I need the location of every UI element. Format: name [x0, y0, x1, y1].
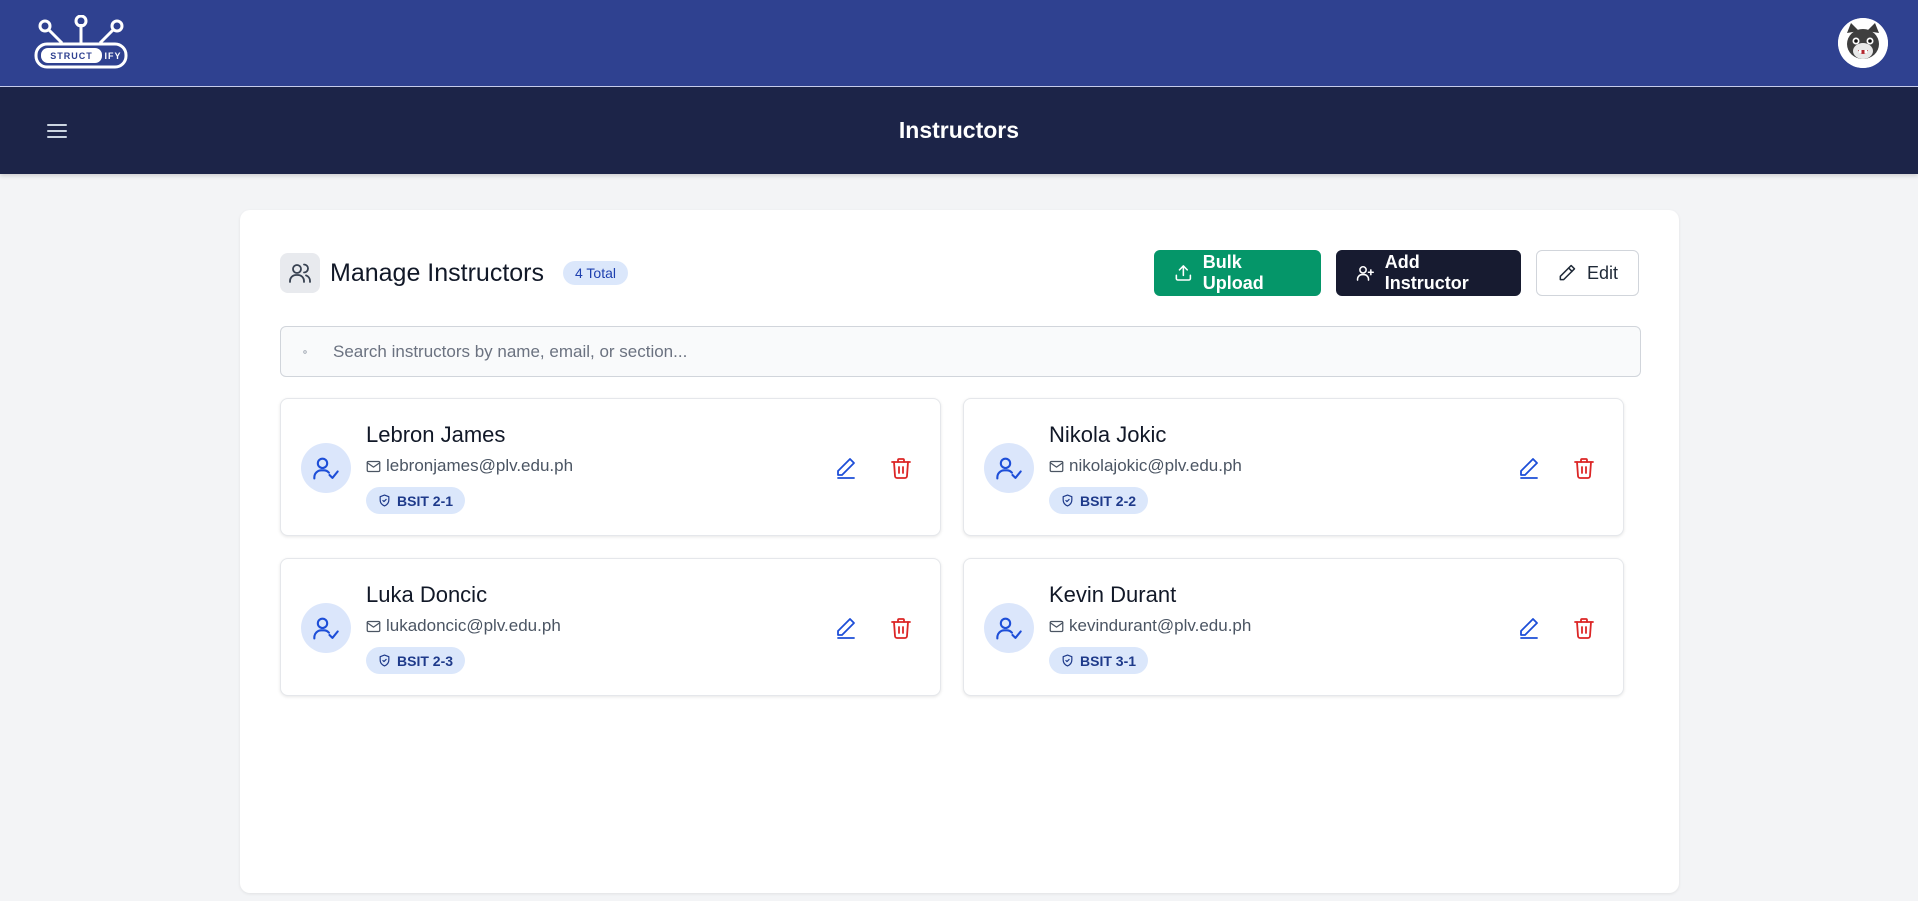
add-instructor-label: Add Instructor [1384, 252, 1469, 293]
delete-instructor-button[interactable] [888, 455, 914, 481]
instructor-card: Lebron James lebronjames@plv.edu.ph BSIT… [280, 398, 941, 536]
instructor-card: Kevin Durant kevindurant@plv.edu.ph BSIT… [963, 558, 1624, 696]
instructor-name: Kevin Durant [1049, 582, 1177, 607]
pencil-icon [837, 458, 855, 479]
instructor-email-text: lebronjames@plv.edu.ph [386, 456, 574, 475]
mail-icon [366, 620, 381, 632]
pencil-icon [1520, 618, 1538, 639]
upload-icon [1175, 265, 1192, 281]
user-plus-icon [1356, 265, 1374, 281]
shield-icon [1062, 494, 1073, 507]
page-title: Instructors [898, 117, 1020, 143]
total-count-badge: 4 Total [563, 261, 628, 285]
section-badge: BSIT 2-3 [366, 647, 466, 674]
shield-icon [1062, 654, 1073, 667]
section-label: BSIT 2-1 [397, 492, 454, 509]
instructor-email-text: kevindurant@plv.edu.ph [1069, 616, 1252, 635]
menu-icon[interactable] [44, 118, 70, 144]
page-header-bar: Instructors [0, 87, 1918, 174]
section-label: BSIT 3-1 [1080, 652, 1137, 669]
shield-icon [379, 654, 390, 667]
instructor-card: Luka Doncic lukadoncic@plv.edu.ph BSIT 2… [280, 558, 941, 696]
user-check-icon [301, 603, 351, 653]
pencil-icon [1520, 458, 1538, 479]
add-instructor-button[interactable]: Add Instructor [1336, 250, 1521, 296]
section-label: BSIT 2-2 [1080, 492, 1137, 509]
panel-header: Manage Instructors 4 Total Bulk Upload A… [280, 250, 1639, 296]
trash-icon [891, 458, 911, 479]
section-badge: BSIT 3-1 [1049, 647, 1149, 674]
instructor-name: Nikola Jokic [1049, 422, 1167, 447]
mail-icon [1049, 460, 1064, 472]
user-check-icon [301, 443, 351, 493]
cat-avatar-icon [1838, 18, 1888, 68]
user-check-icon [984, 443, 1034, 493]
users-icon [280, 253, 320, 293]
delete-instructor-button[interactable] [1571, 615, 1597, 641]
shield-icon [379, 494, 390, 507]
trash-icon [1574, 618, 1594, 639]
trash-icon [1574, 458, 1594, 479]
search-input[interactable] [331, 340, 1640, 363]
instructor-email: kevindurant@plv.edu.ph [1049, 616, 1251, 636]
instructor-card: Nikola Jokic nikolajokic@plv.edu.ph BSIT… [963, 398, 1624, 536]
top-bar: STRUCT IFY [0, 0, 1918, 87]
mail-icon [1049, 620, 1064, 632]
trash-icon [891, 618, 911, 639]
section-badge: BSIT 2-2 [1049, 487, 1149, 514]
svg-text:IFY: IFY [104, 51, 121, 61]
user-check-icon [984, 603, 1034, 653]
edit-instructor-button[interactable] [1516, 615, 1542, 641]
manage-instructors-panel: Manage Instructors 4 Total Bulk Upload A… [240, 210, 1679, 893]
bulk-upload-button[interactable]: Bulk Upload [1154, 250, 1321, 296]
pencil-icon [837, 618, 855, 639]
delete-instructor-button[interactable] [888, 615, 914, 641]
bulk-upload-label: Bulk Upload [1202, 252, 1264, 293]
delete-instructor-button[interactable] [1571, 455, 1597, 481]
instructor-name: Lebron James [366, 422, 506, 447]
edit-button[interactable]: Edit [1536, 250, 1639, 296]
instructor-email-text: nikolajokic@plv.edu.ph [1069, 456, 1242, 475]
structify-logo[interactable]: STRUCT IFY [34, 15, 128, 71]
instructor-email: lebronjames@plv.edu.ph [366, 456, 573, 476]
svg-text:STRUCT: STRUCT [50, 51, 93, 61]
section-label: BSIT 2-3 [397, 652, 454, 669]
instructor-email: nikolajokic@plv.edu.ph [1049, 456, 1242, 476]
search-icon [303, 349, 307, 354]
pencil-icon [1559, 264, 1576, 281]
search-bar [280, 326, 1641, 377]
instructor-name: Luka Doncic [366, 582, 488, 607]
instructor-email-text: lukadoncic@plv.edu.ph [386, 616, 561, 635]
logo-icon: STRUCT IFY [34, 15, 128, 69]
section-badge: BSIT 2-1 [366, 487, 466, 514]
instructor-email: lukadoncic@plv.edu.ph [366, 616, 561, 636]
edit-instructor-button[interactable] [833, 615, 859, 641]
mail-icon [366, 460, 381, 472]
edit-label: Edit [1586, 262, 1618, 283]
panel-title: Manage Instructors [330, 258, 544, 287]
user-avatar[interactable] [1838, 18, 1888, 68]
edit-instructor-button[interactable] [1516, 455, 1542, 481]
edit-instructor-button[interactable] [833, 455, 859, 481]
